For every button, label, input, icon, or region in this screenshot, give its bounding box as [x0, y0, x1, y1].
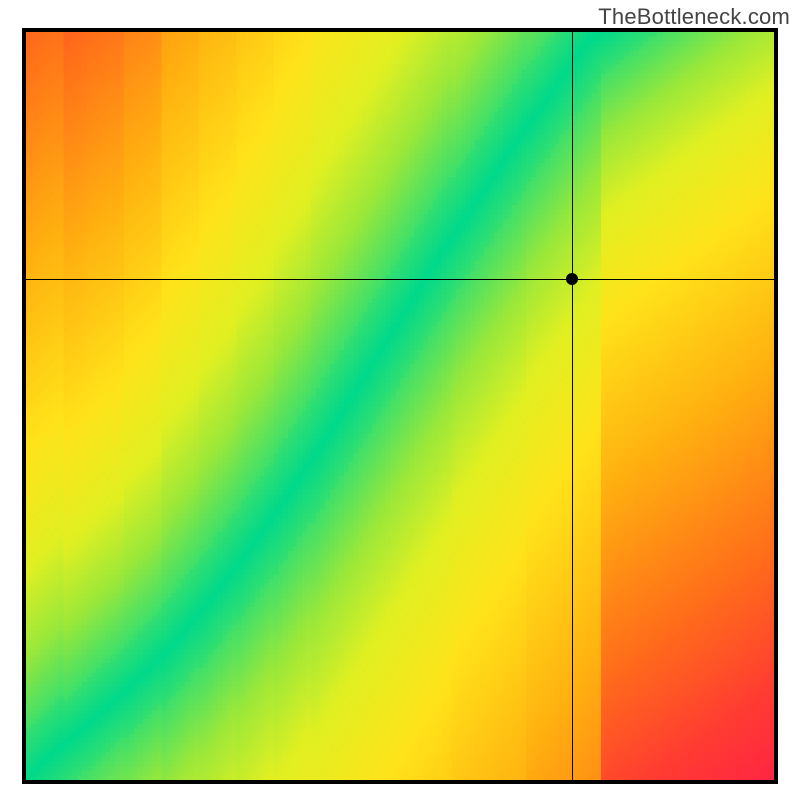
chart-frame — [22, 28, 778, 784]
heatmap-canvas — [26, 32, 774, 780]
attribution-text: TheBottleneck.com — [598, 4, 790, 30]
